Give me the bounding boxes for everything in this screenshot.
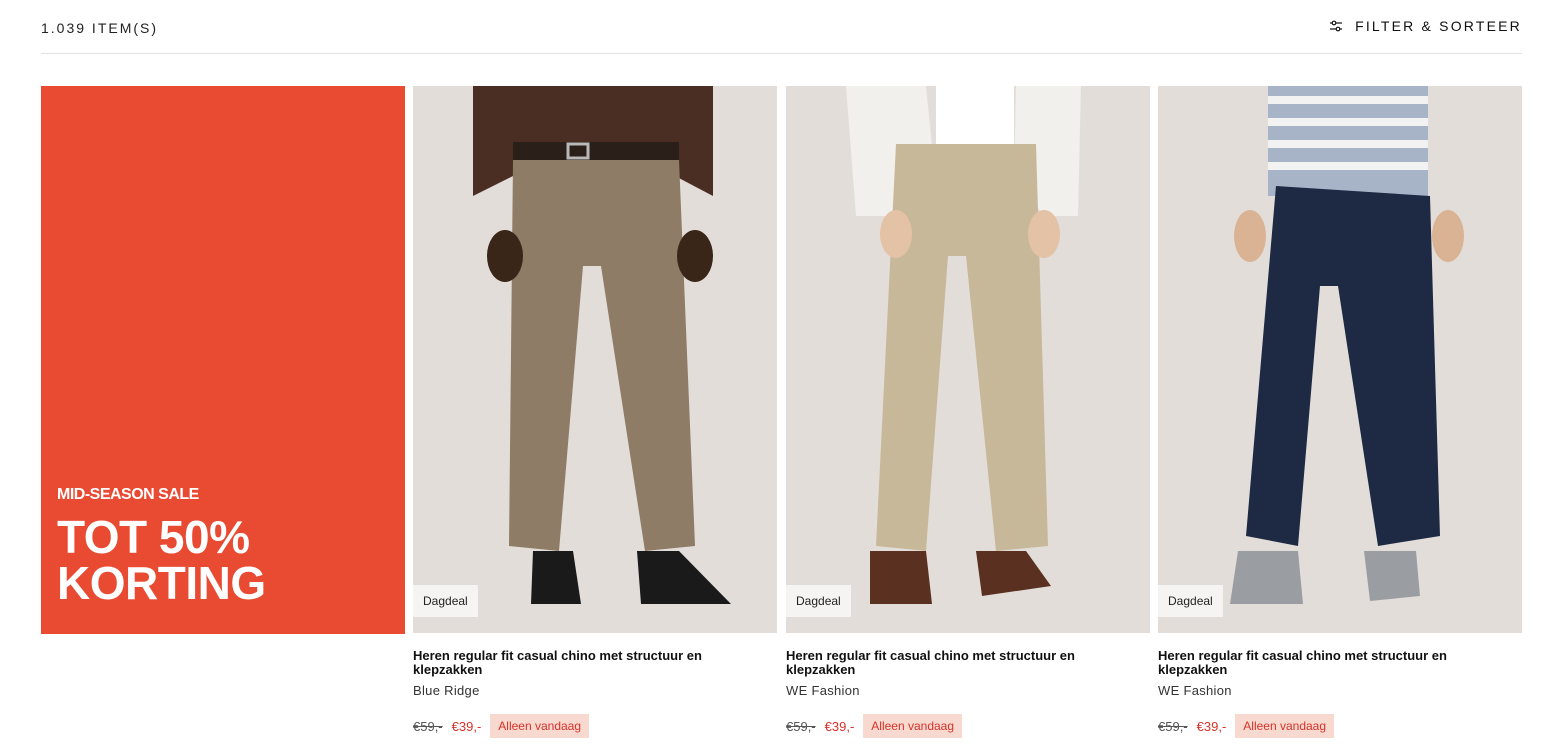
product-brand: WE Fashion [786,683,860,698]
product-brand: WE Fashion [1158,683,1232,698]
dagdeal-badge: Dagdeal [1158,585,1223,617]
only-today-tag: Alleen vandaag [863,714,963,738]
price-row: €59,- €39,- Alleen vandaag [786,714,1150,738]
product-name[interactable]: Heren regular fit casual chino met struc… [1158,649,1522,677]
only-today-tag: Alleen vandaag [490,714,590,738]
original-price: €59,- [413,718,443,734]
only-today-tag: Alleen vandaag [1235,714,1335,738]
sale-price: €39,- [1196,718,1227,734]
promo-title: TOT 50% KORTING [57,514,266,606]
dagdeal-badge: Dagdeal [786,585,851,617]
model-photo [786,86,1150,633]
sale-price: €39,- [824,718,855,734]
product-card[interactable]: Dagdeal Heren regular fit casual chino m… [1158,86,1522,738]
product-card[interactable]: Dagdeal Heren regular fit casual chino m… [786,86,1150,738]
promo-title-line-1: TOT 50% [57,511,250,563]
sliders-icon [1330,20,1343,32]
sale-price: €39,- [451,718,482,734]
dagdeal-badge: Dagdeal [413,585,478,617]
sale-promo-banner[interactable]: MID-SEASON SALE TOT 50% KORTING [41,86,405,634]
original-price: €59,- [786,718,816,734]
product-image[interactable]: Dagdeal [786,86,1150,633]
product-card[interactable]: Dagdeal Heren regular fit casual chino m… [413,86,777,738]
item-count: 1.039 ITEM(S) [41,20,159,36]
model-photo [1158,86,1522,633]
model-photo [413,86,777,633]
product-brand: Blue Ridge [413,683,480,698]
original-price: €59,- [1158,718,1188,734]
filter-sort-label: FILTER & SORTEER [1355,18,1522,34]
product-name[interactable]: Heren regular fit casual chino met struc… [413,649,777,677]
filter-sort-button[interactable]: FILTER & SORTEER [1329,18,1522,34]
promo-subtitle: MID-SEASON SALE [57,486,199,503]
results-toolbar: 1.039 ITEM(S) FILTER & SORTEER [41,0,1522,54]
product-image[interactable]: Dagdeal [1158,86,1522,633]
price-row: €59,- €39,- Alleen vandaag [1158,714,1522,738]
price-row: €59,- €39,- Alleen vandaag [413,714,777,738]
product-image[interactable]: Dagdeal [413,86,777,633]
product-name[interactable]: Heren regular fit casual chino met struc… [786,649,1150,677]
promo-title-line-2: KORTING [57,557,266,609]
